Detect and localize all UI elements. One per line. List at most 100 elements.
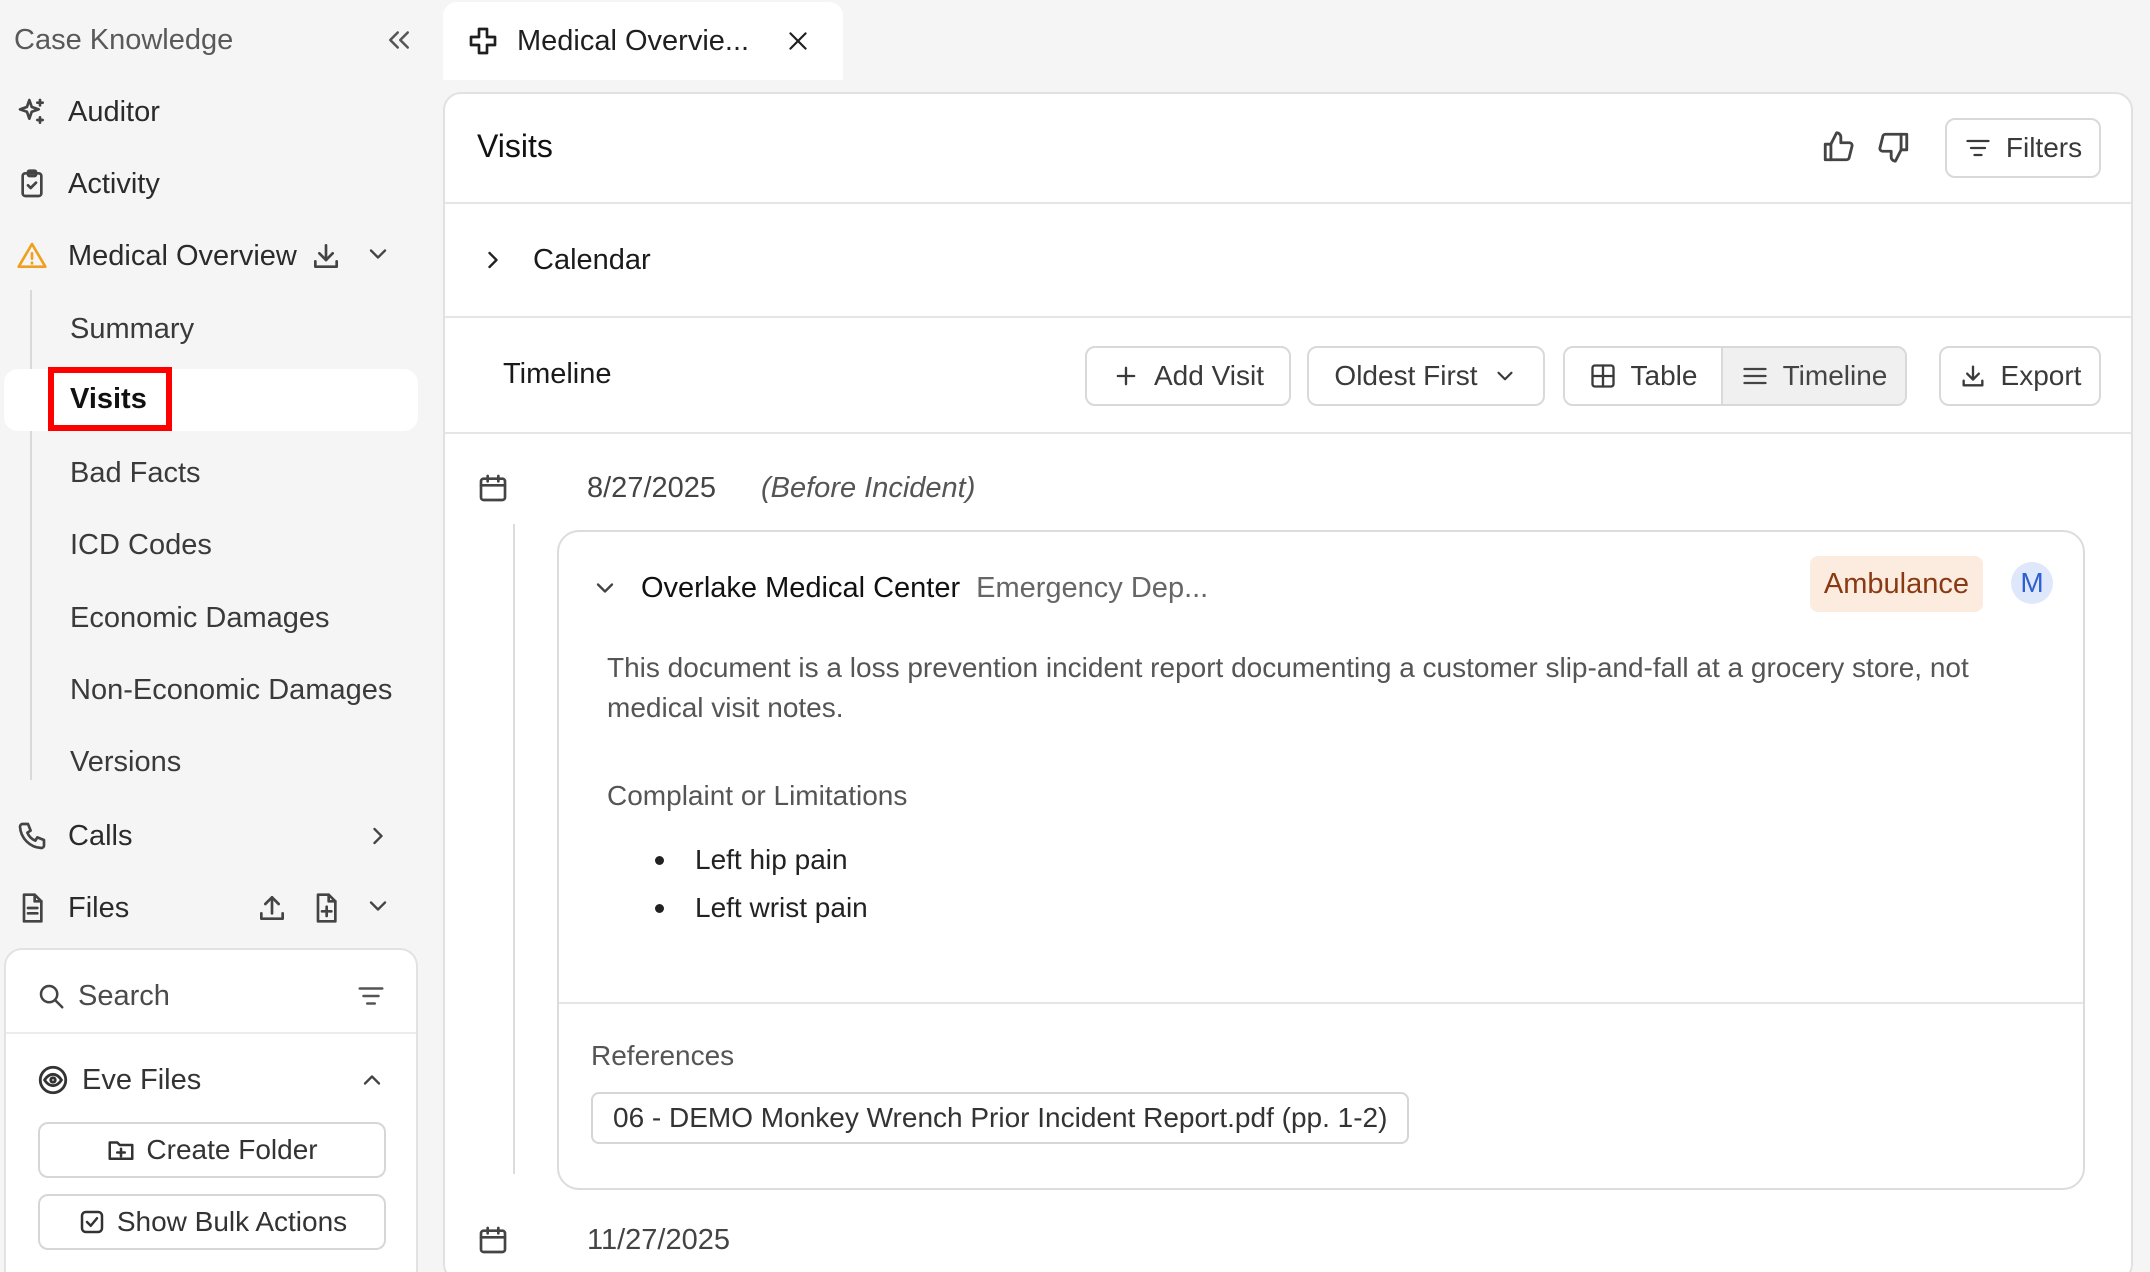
file-search[interactable]: Search xyxy=(36,976,386,1016)
visit-date: 11/27/2025 xyxy=(587,1224,730,1256)
visits-panel: Visits Filters Calendar Timeline Add Vis… xyxy=(443,92,2133,1272)
divider xyxy=(6,1032,416,1034)
reference-chip[interactable]: 06 - DEMO Monkey Wrench Prior Incident R… xyxy=(591,1092,1410,1144)
timeline-date-row: 11/27/2025 xyxy=(445,1216,2131,1266)
medical-cross-icon xyxy=(467,25,499,57)
sidebar-subitem-bad-facts[interactable]: Bad Facts xyxy=(70,451,201,495)
view-timeline-label: Timeline xyxy=(1782,360,1888,391)
clipboard-check-icon xyxy=(16,168,52,200)
sort-label: Oldest First xyxy=(1334,360,1478,391)
search-icon xyxy=(36,981,66,1011)
phone-icon xyxy=(16,820,52,852)
view-table-button[interactable]: Table xyxy=(1565,348,1723,404)
facility-name: Overlake Medical Center xyxy=(641,571,961,604)
sidebar-subitem-summary[interactable]: Summary xyxy=(70,307,194,351)
sidebar-item-label: Calls xyxy=(68,819,133,852)
list-lines-icon xyxy=(1741,362,1769,390)
sidebar-subitem-icd-codes[interactable]: ICD Codes xyxy=(70,523,212,567)
tree-line xyxy=(30,290,32,780)
complaints-list: Left hip pain Left wrist pain xyxy=(655,836,868,932)
timeline-date-row: 8/27/2025 (Before Incident) xyxy=(445,464,2131,514)
visit-type-badge: Ambulance xyxy=(1809,556,1983,612)
table-grid-icon xyxy=(1589,362,1617,390)
show-bulk-actions-button[interactable]: Show Bulk Actions xyxy=(38,1194,386,1250)
sidebar-item-label: Auditor xyxy=(68,95,160,128)
panel-header: Visits Filters xyxy=(445,94,2131,204)
visit-card: Overlake Medical Center Emergency Dep...… xyxy=(557,530,2085,1190)
sidebar-title: Case Knowledge xyxy=(14,23,234,56)
plus-icon xyxy=(1112,362,1140,390)
create-folder-label: Create Folder xyxy=(146,1134,318,1165)
create-folder-button[interactable]: Create Folder xyxy=(38,1122,386,1178)
sidebar-subitem-non-economic-damages[interactable]: Non-Economic Damages xyxy=(70,668,392,712)
sidebar-header: Case Knowledge xyxy=(14,20,414,60)
references-label: References xyxy=(591,1040,735,1071)
sidebar-item-medical-overview[interactable]: Medical Overview xyxy=(0,224,418,288)
department-name: Emergency Dep... xyxy=(976,571,1209,604)
chevron-down-icon xyxy=(1492,363,1518,389)
filter-lines-icon xyxy=(1964,134,1992,162)
sidebar-subitem-economic-damages[interactable]: Economic Damages xyxy=(70,596,330,640)
list-item: Left wrist pain xyxy=(655,884,868,932)
view-table-label: Table xyxy=(1630,360,1698,391)
sidebar-item-label: Files xyxy=(68,891,130,924)
visit-date: 8/27/2025 xyxy=(587,472,717,504)
tab-label: Medical Overvie... xyxy=(517,24,750,57)
new-file-icon[interactable] xyxy=(310,892,342,924)
export-button[interactable]: Export xyxy=(1939,346,2101,406)
visit-date-note: (Before Incident) xyxy=(761,472,976,504)
timeline-connector xyxy=(513,524,515,1174)
calendar-icon xyxy=(477,472,509,504)
calendar-icon xyxy=(477,1224,509,1256)
chevron-up-icon[interactable] xyxy=(358,1066,386,1094)
add-visit-label: Add Visit xyxy=(1154,360,1264,391)
close-tab-icon[interactable] xyxy=(785,28,811,54)
sidebar-item-activity[interactable]: Activity xyxy=(0,152,418,216)
sidebar-subitem-versions[interactable]: Versions xyxy=(70,740,181,784)
chevron-right-icon[interactable] xyxy=(479,246,507,274)
avatar[interactable]: M xyxy=(2011,562,2053,604)
filter-lines-icon[interactable] xyxy=(356,981,386,1011)
list-item: Left hip pain xyxy=(655,836,868,884)
chevron-down-icon[interactable] xyxy=(364,240,392,272)
sort-dropdown[interactable]: Oldest First xyxy=(1307,346,1545,406)
chevron-down-icon[interactable] xyxy=(364,892,392,924)
export-label: Export xyxy=(2000,360,2082,391)
complaints-heading: Complaint or Limitations xyxy=(607,780,908,811)
sidebar-item-auditor[interactable]: Auditor xyxy=(0,80,418,144)
chevron-down-icon[interactable] xyxy=(591,574,619,602)
calendar-section[interactable]: Calendar xyxy=(445,206,2131,318)
view-timeline-button[interactable]: Timeline xyxy=(1723,348,1905,404)
filters-button[interactable]: Filters xyxy=(1945,118,2101,178)
sidebar-item-label: Activity xyxy=(68,167,160,200)
tab-medical-overview[interactable]: Medical Overvie... xyxy=(443,2,843,80)
thumbs-down-icon[interactable] xyxy=(1877,130,1911,164)
upload-icon[interactable] xyxy=(256,892,288,924)
files-panel: Search Eve Files Create Folder Show Bulk… xyxy=(4,948,418,1272)
add-visit-button[interactable]: Add Visit xyxy=(1085,346,1291,406)
checkbox-icon xyxy=(77,1207,107,1237)
warning-icon xyxy=(16,240,52,272)
sidebar-item-files[interactable]: Files xyxy=(0,876,418,940)
download-icon xyxy=(1959,362,1987,390)
thumbs-up-icon[interactable] xyxy=(1821,130,1855,164)
sidebar-subitem-visits[interactable]: Visits xyxy=(48,367,172,431)
timeline-toolbar: Timeline Add Visit Oldest First Table Ti… xyxy=(445,320,2131,434)
eye-logo-icon xyxy=(36,1063,70,1097)
timeline-heading: Timeline xyxy=(503,358,612,390)
download-icon[interactable] xyxy=(310,240,342,272)
eve-files-section[interactable]: Eve Files xyxy=(36,1060,386,1100)
filters-label: Filters xyxy=(2005,132,2083,163)
references-section: References 06 - DEMO Monkey Wrench Prior… xyxy=(559,1002,2083,1188)
show-bulk-actions-label: Show Bulk Actions xyxy=(116,1206,348,1237)
calendar-label: Calendar xyxy=(533,244,651,276)
visit-description: This document is a loss prevention incid… xyxy=(607,652,1969,723)
folder-plus-icon xyxy=(106,1135,136,1165)
sidebar-item-calls[interactable]: Calls xyxy=(0,804,418,868)
search-label: Search xyxy=(78,979,170,1012)
chevron-right-icon[interactable] xyxy=(364,822,392,850)
sparkle-icon xyxy=(16,96,52,128)
collapse-sidebar-icon[interactable] xyxy=(384,25,414,55)
eve-files-label: Eve Files xyxy=(82,1063,202,1096)
page-title: Visits xyxy=(477,128,553,164)
